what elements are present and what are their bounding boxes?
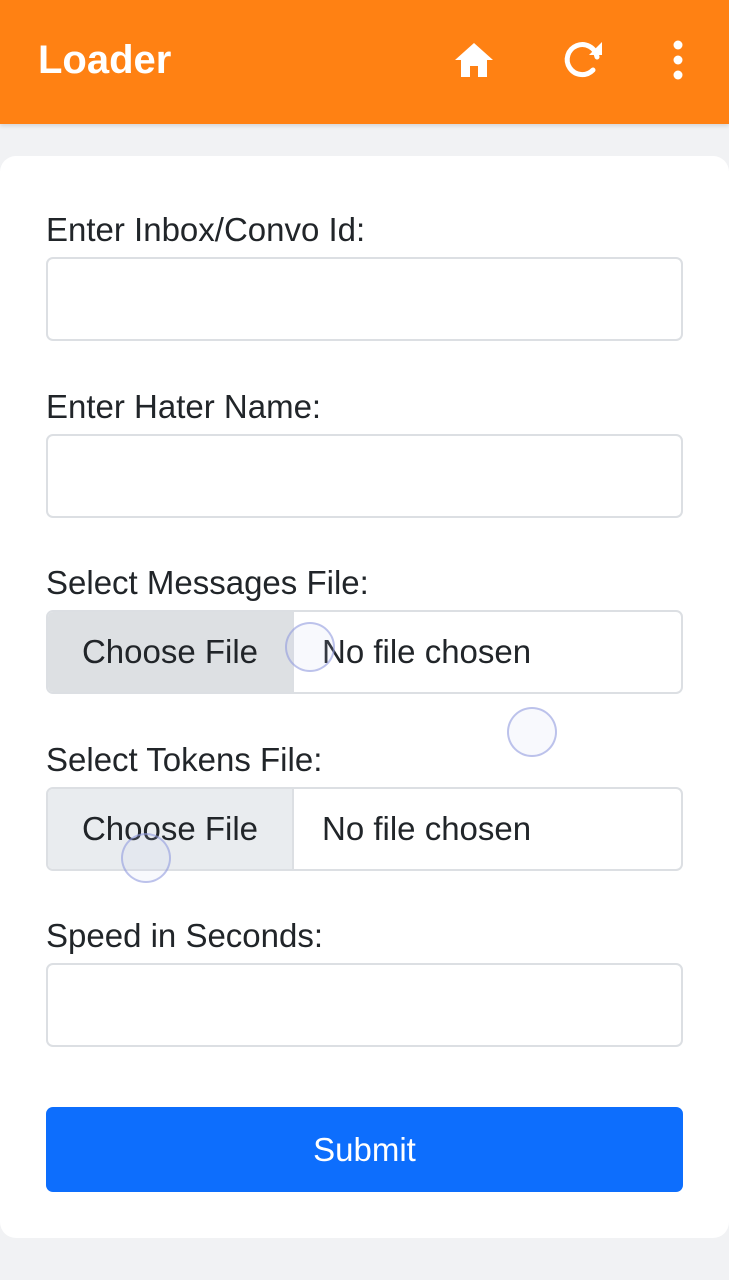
refresh-icon[interactable] — [558, 36, 606, 84]
tokens-file-status: No file chosen — [322, 810, 532, 847]
touch-indicator — [121, 833, 171, 883]
hater-name-input[interactable] — [46, 434, 683, 518]
app-bar: Loader — [0, 0, 729, 124]
speed-label: Speed in Seconds: — [46, 917, 324, 954]
messages-file-status: No file chosen — [322, 633, 532, 670]
touch-indicator — [507, 707, 557, 757]
speed-input[interactable] — [46, 963, 683, 1047]
convo-id-input[interactable] — [46, 257, 683, 341]
tokens-file-label: Select Tokens File: — [46, 741, 323, 778]
app-title: Loader — [38, 38, 172, 82]
tokens-choose-file-button[interactable]: Choose File — [48, 789, 294, 869]
messages-choose-file-button[interactable]: Choose File — [48, 612, 294, 692]
messages-file-label: Select Messages File: — [46, 564, 369, 601]
hater-name-label: Enter Hater Name: — [46, 388, 322, 425]
home-icon[interactable] — [450, 36, 498, 84]
convo-id-label: Enter Inbox/Convo Id: — [46, 211, 366, 248]
more-vert-icon[interactable] — [654, 36, 702, 84]
messages-file-input[interactable]: Choose File No file chosen — [46, 610, 683, 694]
submit-button[interactable]: Submit — [46, 1107, 683, 1192]
touch-indicator — [285, 622, 335, 672]
